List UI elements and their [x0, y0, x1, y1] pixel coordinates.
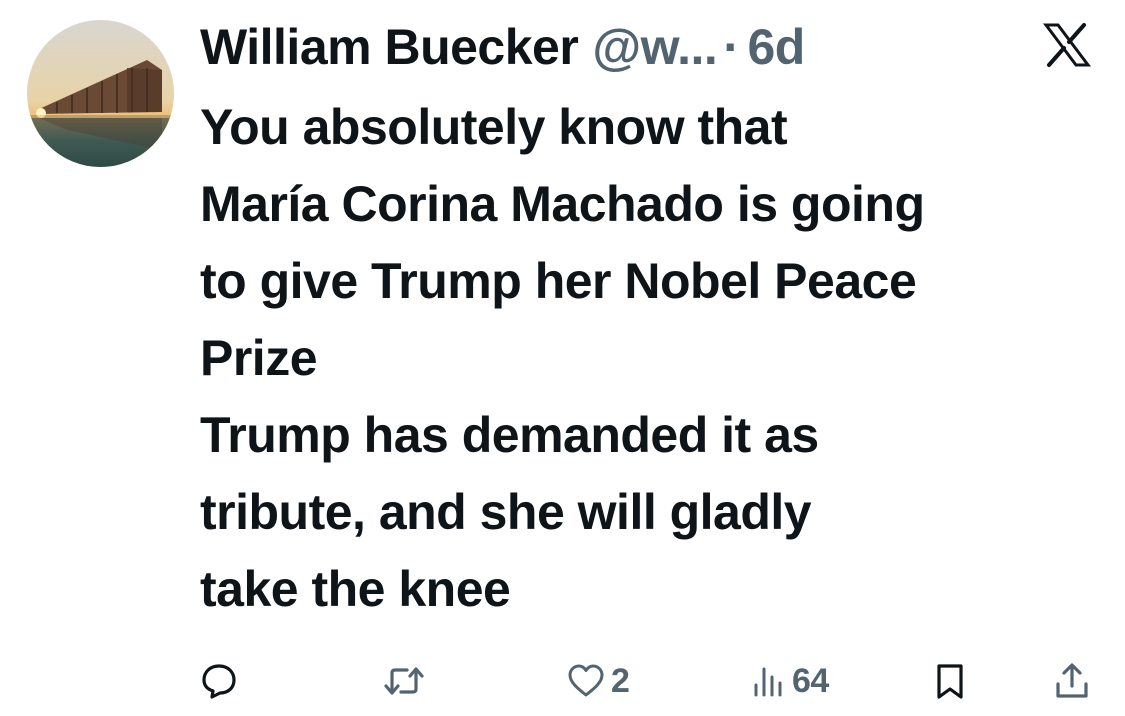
reply-icon — [202, 664, 236, 699]
author-name[interactable]: William Buecker — [200, 18, 579, 76]
views-icon — [754, 667, 782, 697]
views-count: 64 — [792, 661, 829, 700]
x-logo-icon — [1043, 22, 1091, 68]
tweet-timestamp[interactable]: 6d — [747, 18, 805, 76]
reply-button[interactable] — [200, 658, 244, 704]
author-handle[interactable]: @w... — [592, 18, 717, 76]
views-button[interactable]: 64 — [752, 658, 829, 704]
like-count: 2 — [611, 661, 630, 700]
retweet-button[interactable] — [383, 658, 431, 704]
avatar[interactable] — [27, 20, 174, 167]
tweet-header: William Buecker @w... · 6d — [200, 14, 805, 80]
share-icon — [1056, 663, 1088, 698]
heart-icon — [568, 664, 604, 697]
avatar-image — [27, 20, 174, 167]
tweet-text: You absolutely know that María Corina Ma… — [200, 99, 925, 617]
separator-dot: · — [723, 19, 740, 75]
bookmark-icon — [937, 664, 963, 699]
retweet-icon — [384, 667, 424, 695]
share-button[interactable] — [1054, 658, 1090, 704]
like-button[interactable]: 2 — [567, 658, 630, 704]
bookmark-button[interactable] — [933, 658, 967, 704]
